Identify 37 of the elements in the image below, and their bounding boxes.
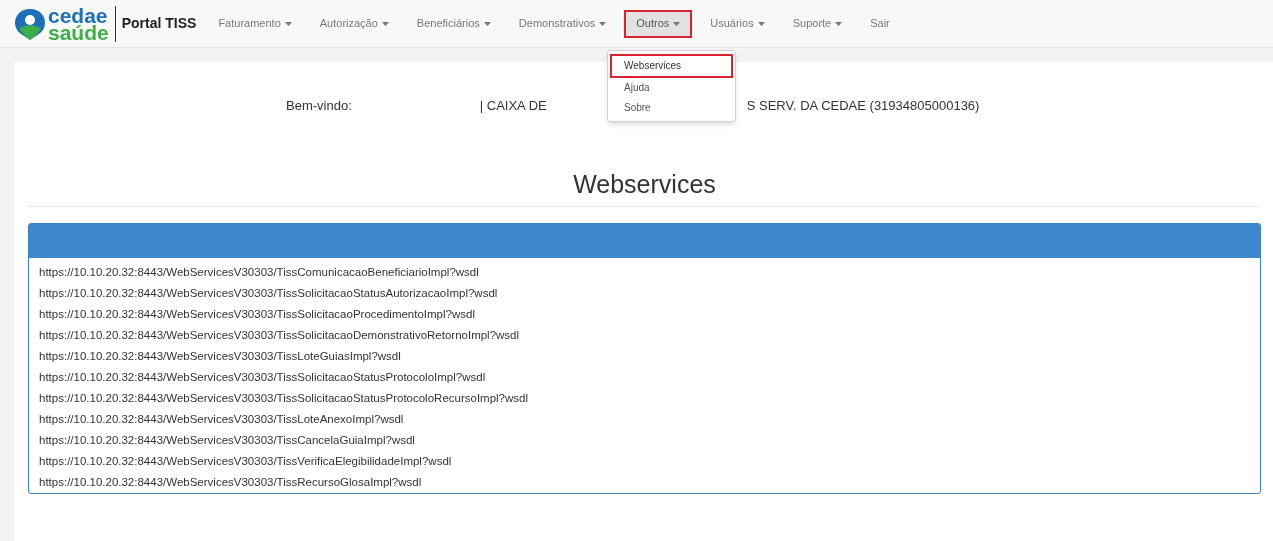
- webservice-link[interactable]: https://10.10.20.32:8443/WebServicesV30303/TissCancelaGuiaImpl?wsdl: [39, 430, 415, 451]
- webservice-link[interactable]: https://10.10.20.32:8443/WebServicesV30303/TissSolicitacaoStatusProtocoloImpl?wsdl: [39, 367, 486, 388]
- nav-menu-item[interactable]: Suporte: [782, 9, 853, 38]
- nav-menu-item[interactable]: Usuários: [700, 9, 775, 38]
- caret-icon: [284, 21, 292, 26]
- caret-icon: [835, 21, 843, 26]
- caret-icon: [757, 21, 765, 26]
- caret-icon: [483, 21, 491, 26]
- dropdown-item[interactable]: Sobre: [610, 98, 733, 118]
- webservice-link[interactable]: https://10.10.20.32:8443/WebServicesV30303/TissSolicitacaoProcedimentoImpl?wsdl: [39, 304, 475, 325]
- nav-menu-item[interactable]: Sair: [860, 9, 900, 38]
- webservice-link[interactable]: https://10.10.20.32:8443/WebServicesV30303/TissComunicacaoBeneficiarioImpl?wsdl: [39, 262, 479, 283]
- caret-icon: [599, 21, 607, 26]
- webservice-link[interactable]: https://10.10.20.32:8443/WebServicesV30303/TissLoteGuiasImpl?wsdl: [39, 346, 401, 367]
- portal-title[interactable]: Portal TISS: [121, 13, 197, 34]
- logo-text: cedae: [48, 6, 109, 24]
- nav-menu-item[interactable]: Demonstrativos: [508, 9, 617, 38]
- logo-icon: [14, 6, 46, 41]
- nav-menu-item[interactable]: Beneficiários: [406, 9, 501, 38]
- webservice-link[interactable]: https://10.10.20.32:8443/WebServicesV30303/TissSolicitacaoDemonstrativoRetornoImpl?wsdl: [39, 325, 520, 346]
- page-title: Webservices: [572, 169, 717, 200]
- nav-menu-item[interactable]: Faturamento: [208, 9, 302, 38]
- logo-text: saúde: [48, 23, 109, 41]
- webservice-link[interactable]: https://10.10.20.32:8443/WebServicesV30303/TissRecursoGlosaImpl?wsdl: [39, 472, 422, 493]
- organization-text: | CAIXA DE: [479, 97, 547, 116]
- webservice-link[interactable]: https://10.10.20.32:8443/WebServicesV30303/TissVerificaElegibilidadeImpl?wsdl: [39, 451, 452, 472]
- dropdown-item[interactable]: Ajuda: [610, 78, 733, 98]
- nav-menu-item[interactable]: Autorização: [309, 9, 399, 38]
- caret-icon: [673, 21, 681, 26]
- nav-menu-item[interactable]: Outros: [624, 9, 693, 38]
- webservice-link[interactable]: https://10.10.20.32:8443/WebServicesV30303/TissLoteAnexoImpl?wsdl: [39, 409, 404, 430]
- webservice-link[interactable]: https://10.10.20.32:8443/WebServicesV30303/TissSolicitacaoStatusProtocoloRecursoImpl?wsdl: [39, 388, 529, 409]
- webservice-link[interactable]: https://10.10.20.32:8443/WebServicesV30303/TissSolicitacaoStatusAutorizacaoImpl?wsdl: [39, 283, 498, 304]
- welcome-label: Bem-vindo:: [286, 97, 352, 116]
- caret-icon: [381, 21, 389, 26]
- dropdown-item[interactable]: Webservices: [610, 54, 733, 78]
- organization-text: S SERV. DA CEDAE (31934805000136): [746, 97, 980, 116]
